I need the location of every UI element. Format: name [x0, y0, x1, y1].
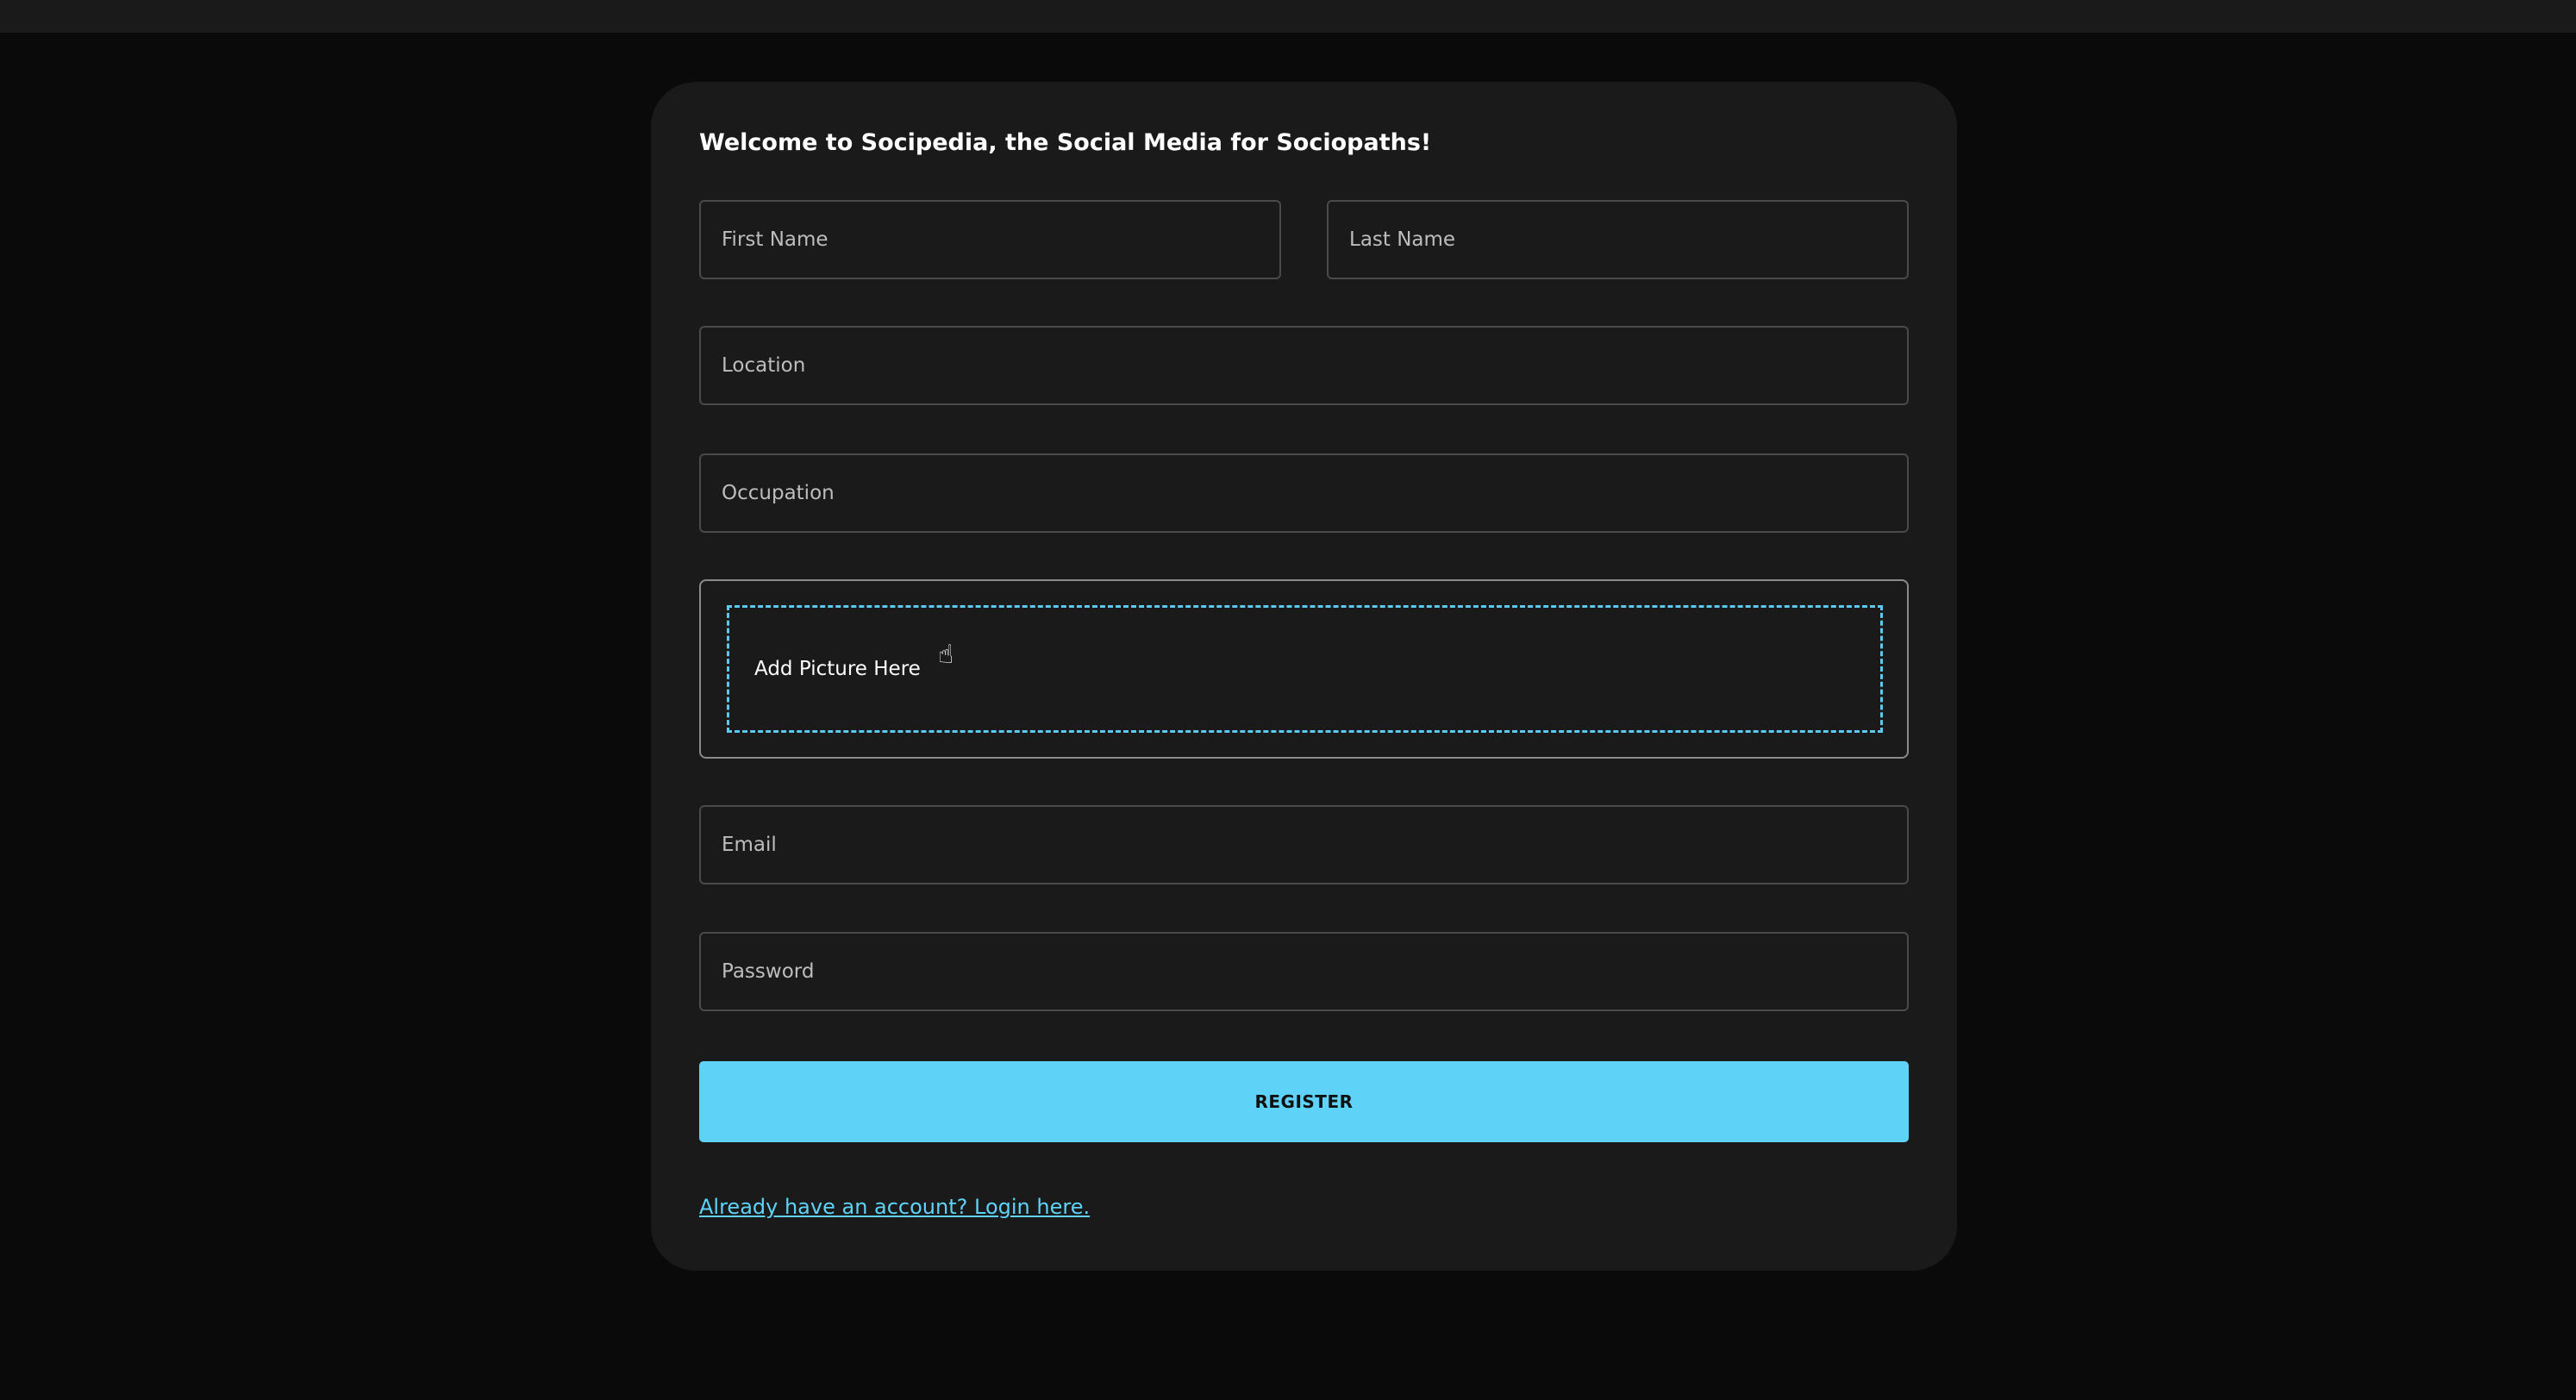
first-name-input[interactable]: First Name — [699, 200, 1281, 279]
picture-dropzone[interactable]: Add Picture Here — [727, 605, 1883, 733]
dropzone-label: Add Picture Here — [754, 658, 921, 680]
login-link[interactable]: Already have an account? Login here. — [699, 1195, 1090, 1219]
page-title: Welcome to Socipedia, the Social Media f… — [699, 129, 1432, 156]
picture-upload-box[interactable]: Add Picture Here — [699, 579, 1909, 759]
register-button[interactable]: REGISTER — [699, 1061, 1909, 1142]
location-input[interactable]: Location — [699, 326, 1909, 405]
email-input[interactable]: Email — [699, 805, 1909, 884]
occupation-input[interactable]: Occupation — [699, 453, 1909, 533]
last-name-input[interactable]: Last Name — [1327, 200, 1909, 279]
top-bar — [0, 0, 2576, 33]
password-input[interactable]: Password — [699, 932, 1909, 1011]
hand-cursor-icon: ☝ — [938, 640, 954, 670]
